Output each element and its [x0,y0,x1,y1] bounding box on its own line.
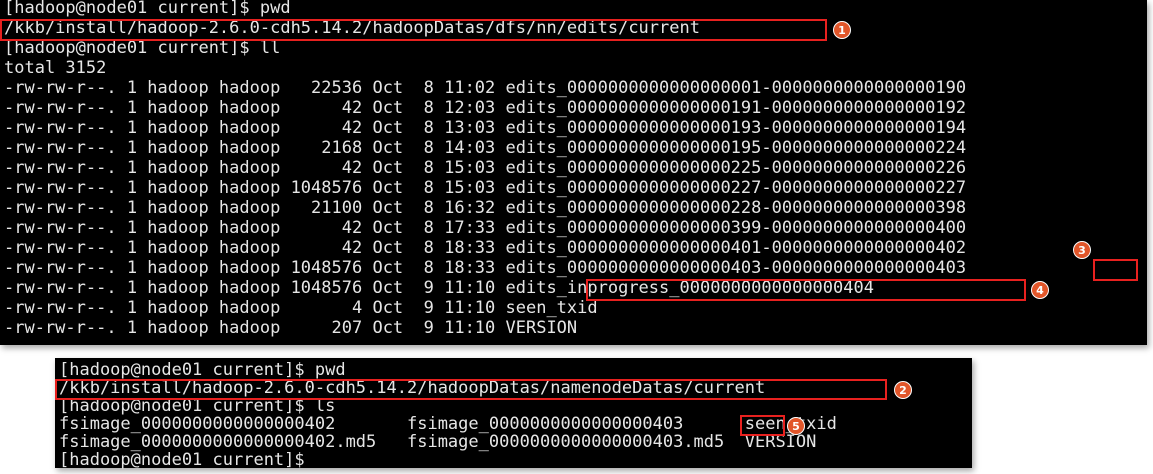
file-row: -rw-rw-r--. 1 hadoop hadoop 42 Oct 8 13:… [4,118,967,138]
annotation-badge-5: 5 [787,417,805,435]
file-row: -rw-rw-r--. 1 hadoop hadoop 4 Oct 9 11:1… [4,298,598,318]
annotation-badge-4: 4 [1031,281,1049,299]
terminal-line: [hadoop@node01 current]$ [59,450,305,470]
file-row: -rw-rw-r--. 1 hadoop hadoop 22536 Oct 8 … [4,78,967,98]
highlight-box-edits-path [0,19,827,41]
file-row: -rw-rw-r--. 1 hadoop hadoop 42 Oct 8 12:… [4,98,967,118]
terminal-window-namenode[interactable]: [hadoop@node01 current]$ pwd /kkb/instal… [55,358,972,470]
terminal-line: total 3152 [4,58,107,78]
file-row: fsimage_0000000000000000402 fsimage_0000… [59,414,837,434]
file-row: fsimage_0000000000000000402.md5 fsimage_… [59,432,817,452]
terminal-line: [hadoop@node01 current]$ ll [4,38,281,58]
file-row: -rw-rw-r--. 1 hadoop hadoop 21100 Oct 8 … [4,198,967,218]
highlight-box-inprogress [586,279,1026,301]
highlight-box-403 [1093,259,1138,281]
annotation-badge-2: 2 [894,381,912,399]
highlight-box-namenode-path [55,379,887,400]
terminal-line: [hadoop@node01 current]$ ls [59,396,336,416]
file-row: -rw-rw-r--. 1 hadoop hadoop 42 Oct 8 17:… [4,218,967,238]
file-row: -rw-rw-r--. 1 hadoop hadoop 1048576 Oct … [4,258,967,278]
annotation-badge-3: 3 [1073,241,1091,259]
annotation-badge-1: 1 [833,21,851,39]
terminal-line: [hadoop@node01 current]$ pwd [4,0,291,18]
terminal-window-edits[interactable]: [hadoop@node01 current]$ pwd /kkb/instal… [0,0,1147,345]
file-row: -rw-rw-r--. 1 hadoop hadoop 207 Oct 9 11… [4,318,578,338]
file-row: -rw-rw-r--. 1 hadoop hadoop 1048576 Oct … [4,178,967,198]
file-row: -rw-rw-r--. 1 hadoop hadoop 2168 Oct 8 1… [4,138,967,158]
highlight-box-fsimage-403 [740,415,785,436]
terminal-line: [hadoop@node01 current]$ pwd [59,360,346,380]
file-row: -rw-rw-r--. 1 hadoop hadoop 42 Oct 8 15:… [4,158,967,178]
file-row: -rw-rw-r--. 1 hadoop hadoop 42 Oct 8 18:… [4,238,967,258]
